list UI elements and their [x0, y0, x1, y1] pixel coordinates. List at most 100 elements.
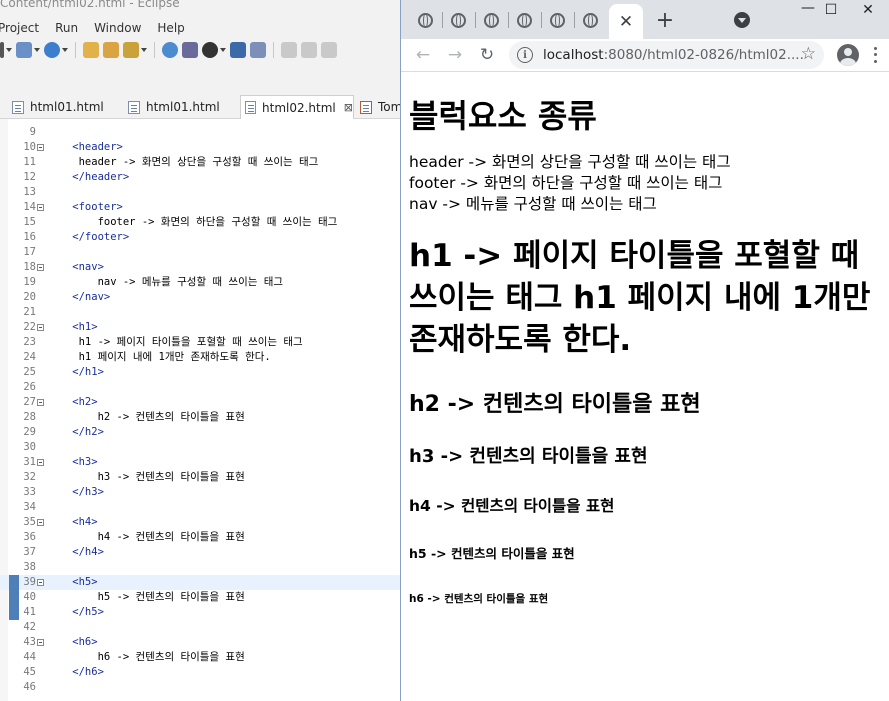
code-line[interactable]: 9: [0, 125, 400, 140]
code-line[interactable]: 29 </h2>: [0, 425, 400, 440]
line-number: 12: [23, 171, 36, 183]
code-line[interactable]: 23 h1 -> 페이지 타이틀을 포혈할 때 쓰이는 태그: [0, 335, 400, 350]
code-line[interactable]: 12 </header>: [0, 170, 400, 185]
fold-toggle-icon[interactable]: [37, 519, 44, 526]
code-line[interactable]: 41 </h5>: [0, 605, 400, 620]
code-line[interactable]: 10 <header>: [0, 140, 400, 155]
globe-icon[interactable]: [162, 42, 178, 58]
code-line[interactable]: 46: [0, 680, 400, 695]
tab-tomcat[interactable]: Tom: [356, 95, 400, 119]
code-line[interactable]: 25 </h1>: [0, 365, 400, 380]
bookmark-star-icon[interactable]: ☆: [801, 44, 816, 64]
new-wizard-icon[interactable]: [16, 42, 40, 58]
globe-icon: [516, 12, 532, 28]
code-line[interactable]: 24 h1 페이지 내에 1개만 존재하도록 한다.: [0, 350, 400, 365]
browser-tab-1[interactable]: [413, 8, 437, 32]
code-line[interactable]: 20 </nav>: [0, 290, 400, 305]
code-text: <h1>: [47, 321, 98, 333]
code-line[interactable]: 30: [0, 440, 400, 455]
code-line[interactable]: 15 footer -> 화면의 하단을 구성할 때 쓰이는 태그: [0, 215, 400, 230]
close-window-button[interactable]: ✕: [846, 0, 889, 20]
new-tab-button[interactable]: +: [653, 8, 677, 33]
fold-toggle-icon[interactable]: [37, 579, 44, 586]
info-icon[interactable]: i: [517, 47, 533, 63]
run-wand-icon[interactable]: [123, 42, 147, 58]
menu-run[interactable]: Run: [55, 21, 78, 35]
open-resource-icon[interactable]: [103, 42, 119, 58]
toolbar-dropdown-icon[interactable]: [0, 42, 12, 58]
fold-toggle-icon[interactable]: [37, 639, 44, 646]
kebab-menu-icon[interactable]: [873, 45, 877, 65]
code-line[interactable]: 19 nav -> 메뉴를 구성할 때 쓰이는 태그: [0, 275, 400, 290]
code-line[interactable]: 31 <h3>: [0, 455, 400, 470]
open-folder-icon[interactable]: [83, 42, 99, 58]
code-line[interactable]: 40 h5 -> 컨텐츠의 타이틀을 표현: [0, 590, 400, 605]
tab-html02[interactable]: html02.html ⊠: [240, 95, 354, 119]
suspend-icon[interactable]: [301, 42, 317, 58]
code-line[interactable]: 35 <h4>: [0, 515, 400, 530]
reload-button[interactable]: ↻: [475, 43, 499, 67]
fold-toggle-icon[interactable]: [37, 324, 44, 331]
resume-icon[interactable]: [281, 42, 297, 58]
fold-toggle-icon[interactable]: [37, 204, 44, 211]
menu-window[interactable]: Window: [94, 21, 141, 35]
close-tab-icon[interactable]: ⊠: [344, 101, 353, 114]
code-line[interactable]: 39 <h5>: [0, 575, 400, 590]
code-line[interactable]: 22 <h1>: [0, 320, 400, 335]
tab-search-icon[interactable]: [734, 12, 750, 28]
code-line[interactable]: 33 </h3>: [0, 485, 400, 500]
code-line[interactable]: 28 h2 -> 컨텐츠의 타이틀을 표현: [0, 410, 400, 425]
code-line[interactable]: 27 <h2>: [0, 395, 400, 410]
code-line[interactable]: 32 h3 -> 컨텐츠의 타이틀을 표현: [0, 470, 400, 485]
code-line[interactable]: 37 </h4>: [0, 545, 400, 560]
code-line[interactable]: 45 </h6>: [0, 665, 400, 680]
tab-html01-a[interactable]: html01.html: [8, 95, 104, 119]
address-bar[interactable]: i localhost:8080/html02-0826/html02.... …: [509, 41, 824, 69]
code-line[interactable]: 18 <nav>: [0, 260, 400, 275]
code-line[interactable]: 16 </footer>: [0, 230, 400, 245]
console-icon[interactable]: [230, 42, 246, 58]
fold-toggle-icon[interactable]: [37, 264, 44, 271]
code-line[interactable]: 26: [0, 380, 400, 395]
browser-tab-3[interactable]: [479, 8, 503, 32]
code-text: </h2>: [47, 426, 104, 438]
eclipse-toolbar: [0, 38, 400, 62]
code-line[interactable]: 21: [0, 305, 400, 320]
chrome-window: ✕ + — ☐ ✕ ← → ↻ i localhost:8080/html02-…: [400, 0, 889, 701]
user-icon[interactable]: [202, 42, 226, 58]
browser-tab-2[interactable]: [446, 8, 470, 32]
line-number: 30: [23, 441, 36, 453]
back-button[interactable]: ←: [411, 43, 435, 67]
skip-breakpoints-icon[interactable]: [250, 42, 266, 58]
code-line[interactable]: 34: [0, 500, 400, 515]
code-line[interactable]: 36 h4 -> 컨텐츠의 타이틀을 표현: [0, 530, 400, 545]
line-number: 32: [23, 471, 36, 483]
url-host: localhost: [543, 47, 604, 63]
tab-html01-b[interactable]: html01.html: [124, 95, 220, 119]
menu-project[interactable]: Project: [0, 21, 39, 35]
code-line[interactable]: 44 h6 -> 컨텐츠의 타이틀을 표현: [0, 650, 400, 665]
external-tools-icon[interactable]: [182, 42, 198, 58]
menu-help[interactable]: Help: [157, 21, 184, 35]
code-editor[interactable]: 9 10 <header> 11 header -> 화면의 상단을 구성할 때 쓰…: [0, 119, 400, 701]
code-line[interactable]: 13: [0, 185, 400, 200]
code-line[interactable]: 38: [0, 560, 400, 575]
forward-button[interactable]: →: [443, 43, 467, 67]
browser-tab-6[interactable]: [578, 8, 602, 32]
browser-tab-5[interactable]: [545, 8, 569, 32]
terminate-icon[interactable]: [321, 42, 337, 58]
browser-tab-4[interactable]: [512, 8, 536, 32]
h4-heading: h4 -> 컨텐츠의 타이틀을 표현: [409, 497, 615, 515]
code-line[interactable]: 11 header -> 화면의 상단을 구성할 때 쓰이는 태그: [0, 155, 400, 170]
profile-avatar[interactable]: [837, 44, 859, 66]
new-server-icon[interactable]: [44, 42, 68, 58]
code-text: </h6>: [47, 666, 104, 678]
fold-toggle-icon[interactable]: [37, 144, 44, 151]
code-line[interactable]: 14 <footer>: [0, 200, 400, 215]
fold-toggle-icon[interactable]: [37, 459, 44, 466]
code-line[interactable]: 17: [0, 245, 400, 260]
code-line[interactable]: 42: [0, 620, 400, 635]
fold-toggle-icon[interactable]: [37, 399, 44, 406]
code-line[interactable]: 43 <h6>: [0, 635, 400, 650]
active-tab-close-button[interactable]: ✕: [609, 4, 643, 39]
